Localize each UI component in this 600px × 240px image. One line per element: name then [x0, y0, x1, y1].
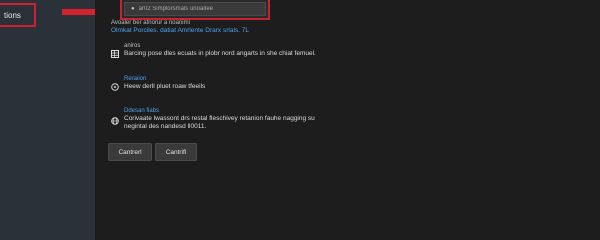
setting-title: Avoaler ber atnorur a noanimi [111, 20, 190, 26]
sidebar-item-options[interactable]: tions [0, 3, 36, 27]
setting-row: Reraiion Heew derll pluet roaw tfeeils [111, 76, 331, 91]
search-box-highlight: ● [120, 0, 270, 20]
globe-icon [111, 117, 119, 125]
link-icon [111, 83, 119, 91]
setting-title: aniros [124, 43, 141, 49]
search-field[interactable]: ● [124, 2, 266, 16]
grid-icon [111, 50, 119, 58]
sidebar-item-label: tions [4, 10, 21, 20]
setting-title[interactable]: Reraiion [111, 76, 331, 83]
secondary-button[interactable]: Cantrifl [155, 143, 197, 161]
setting-row: aniros Barcing pose dles ecuats in plobr… [111, 43, 331, 58]
setting-description: Corivaate lwassont drs restal fleschivey… [124, 115, 315, 130]
setting-row: Avoaler ber atnorur a noanimi Olmkat Por… [111, 20, 331, 35]
setting-row: Ddesan fiabs Corivaate lwassont drs rest… [111, 108, 331, 131]
primary-button[interactable]: Cantrerl [108, 143, 152, 161]
setting-description: Heew derll pluet roaw tfeeils [124, 83, 206, 90]
setting-description: Barcing pose dles ecuats in plobr nord a… [124, 50, 316, 57]
search-icon: ● [131, 6, 135, 12]
search-input[interactable] [138, 6, 259, 12]
sidebar: tions [0, 0, 95, 240]
setting-title[interactable]: Ddesan fiabs [111, 108, 331, 115]
setting-link[interactable]: Olmkat Porciles. datiat Amrlente Drarx s… [111, 27, 331, 35]
